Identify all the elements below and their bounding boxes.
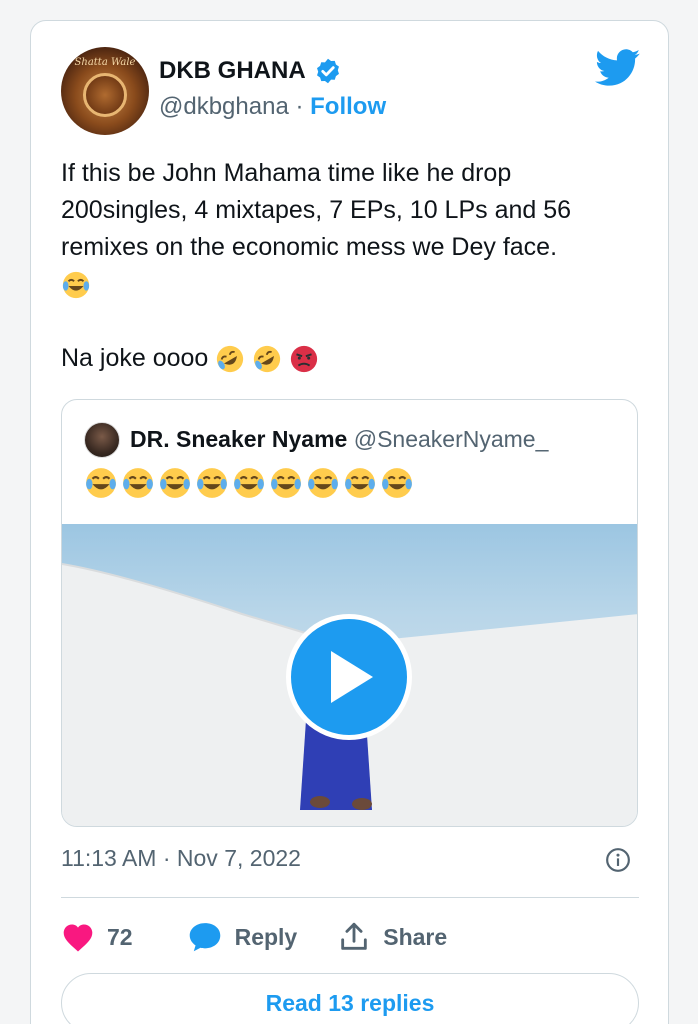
verified-badge-icon [316, 58, 339, 84]
handle-row: @dkbghana · Follow [159, 93, 386, 121]
read-replies-button[interactable]: Read 13 replies [61, 973, 639, 1024]
tweet-emoji-line [61, 266, 641, 303]
rofl-emoji-icon [217, 346, 244, 373]
quoted-author-row: DR. Sneaker Nyame @SneakerNyame_ [130, 426, 548, 453]
divider [61, 897, 639, 898]
tweet-text: If this be John Mahama time like he drop… [61, 155, 641, 377]
tears-of-joy-emoji-icon [123, 468, 153, 498]
like-button[interactable]: 72 [61, 922, 133, 952]
rofl-emoji-icon [254, 346, 281, 373]
reply-bubble-icon [189, 923, 220, 952]
tears-of-joy-emoji-icon [234, 468, 264, 498]
quoted-tweet[interactable]: DR. Sneaker Nyame @SneakerNyame_ [61, 399, 638, 827]
tears-of-joy-emoji-icon [62, 272, 90, 299]
tweet-text-line: remixes on the economic mess we Dey face… [61, 233, 558, 261]
tweet-text-line: If this be John Mahama time like he drop [61, 159, 512, 187]
tweet-card: Shatta Wale DKB GHANA @dkbghana · Follow… [30, 20, 669, 1024]
quoted-author-handle: @SneakerNyame_ [353, 426, 549, 452]
tears-of-joy-emoji-icon [345, 468, 375, 498]
tears-of-joy-emoji-icon [197, 468, 227, 498]
tears-of-joy-emoji-icon [382, 468, 412, 498]
author-avatar[interactable]: Shatta Wale [61, 47, 149, 135]
tears-of-joy-emoji-icon [160, 468, 190, 498]
share-icon [341, 922, 367, 950]
heart-icon [63, 924, 93, 952]
tweet-text-line: 200singles, 4 mixtapes, 7 EPs, 10 LPs an… [61, 196, 572, 224]
follow-link[interactable]: Follow [310, 93, 386, 120]
author-name-row[interactable]: DKB GHANA [159, 57, 342, 85]
author-name[interactable]: DKB GHANA [159, 57, 306, 85]
pouting-face-emoji-icon [291, 346, 318, 373]
quoted-tweet-text [84, 466, 414, 500]
avatar-signature: Shatta Wale [74, 57, 136, 68]
quoted-author-avatar [84, 422, 120, 458]
tears-of-joy-emoji-icon [271, 468, 301, 498]
like-count: 72 [107, 923, 133, 950]
video-player[interactable] [62, 524, 637, 826]
info-icon[interactable] [605, 847, 631, 873]
author-handle[interactable]: @dkbghana [159, 93, 289, 120]
play-icon [331, 651, 373, 703]
tears-of-joy-emoji-icon [86, 468, 116, 498]
tweet-text-line-2: Na joke oooo [61, 340, 641, 377]
share-label: Share [383, 923, 448, 950]
reply-label: Reply [234, 923, 298, 950]
tweet-timestamp[interactable]: 11:13 AM · Nov 7, 2022 [61, 845, 301, 872]
reply-button[interactable]: Reply [187, 921, 298, 953]
share-button[interactable]: Share [337, 920, 447, 954]
tears-of-joy-emoji-icon [308, 468, 338, 498]
action-bar: 72 Reply Share [61, 917, 447, 957]
handle-separator: · [295, 93, 304, 120]
tweet-text-joke: Na joke oooo [61, 344, 209, 372]
play-button[interactable] [286, 614, 412, 740]
twitter-bird-icon[interactable] [595, 49, 641, 87]
avatar-dial [83, 73, 127, 117]
quoted-author-name: DR. Sneaker Nyame [130, 426, 348, 452]
